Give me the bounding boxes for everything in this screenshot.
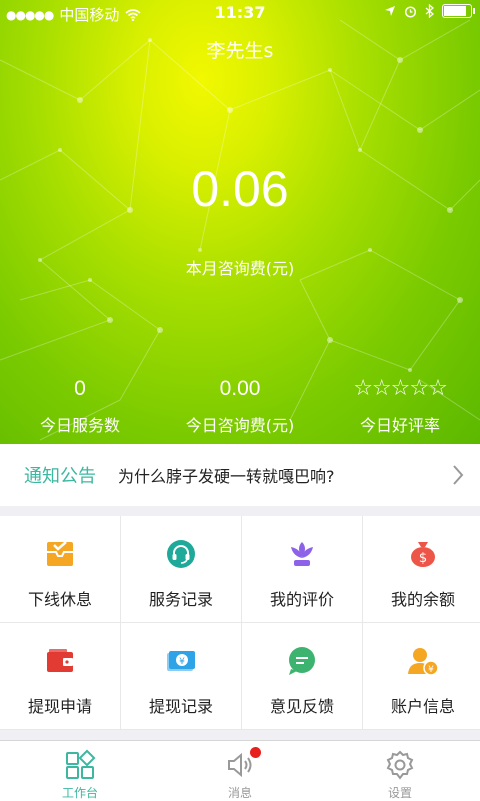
tab-workbench[interactable]: 工作台 xyxy=(0,741,160,801)
menu-item-label: 提现记录 xyxy=(148,697,213,716)
menu-item-label: 我的余额 xyxy=(390,590,455,609)
monthly-fee-label: 本月咨询费(元) xyxy=(185,259,295,278)
menu-item-service-records[interactable]: 服务记录 xyxy=(121,516,241,622)
daily-stats: 0 今日服务数 0.00 今日咨询费(元) ☆☆☆☆☆ 今日好评率 xyxy=(0,376,480,436)
headset-icon xyxy=(167,540,195,568)
menu-item-my-reviews[interactable]: 我的评价 xyxy=(242,516,362,622)
menu-item-label: 服务记录 xyxy=(148,590,213,609)
menu-item-label: 提现申请 xyxy=(27,697,92,716)
tab-settings[interactable]: 设置 xyxy=(320,741,480,801)
user-name: 李先生s xyxy=(206,40,274,62)
wallet-icon xyxy=(47,649,73,672)
notice-text[interactable]: 为什么脖子发硬一转就嘎巴响? xyxy=(118,463,335,487)
battery-icon xyxy=(442,4,475,18)
menu-item-label: 账户信息 xyxy=(390,697,455,716)
location-arrow-icon xyxy=(385,6,395,16)
menu-item-my-balance[interactable]: $ 我的余额 xyxy=(363,516,480,622)
menu-item-withdraw-records[interactable]: ¥ 提现记录 xyxy=(121,623,241,729)
status-bar: ●●●●● 中国移动 11:37 xyxy=(0,0,480,26)
notice-tag: 通知公告 xyxy=(24,466,96,487)
stat-value: 0 xyxy=(74,377,86,400)
stat-rating: ☆☆☆☆☆ 今日好评率 xyxy=(320,376,480,436)
menu-item-label: 意见反馈 xyxy=(269,697,334,716)
stat-value: 0.00 xyxy=(219,377,261,400)
tab-label: 消息 xyxy=(227,786,252,800)
star-rating-icon: ☆☆☆☆☆ xyxy=(353,376,448,401)
notice-bar[interactable]: 通知公告 为什么脖子发硬一转就嘎巴响? xyxy=(0,444,480,506)
svg-text:¥: ¥ xyxy=(428,665,434,675)
tab-messages[interactable]: 消息 xyxy=(160,741,320,801)
monthly-fee-amount: 0.06 xyxy=(191,161,289,217)
menu-item-account-info[interactable]: ¥ 账户信息 xyxy=(363,623,480,729)
function-grid: 下线休息 服务记录 我的评价 $ 我的余额 提现申请 ¥ 提现记录 意见反馈 ¥… xyxy=(0,516,480,730)
stat-label: 今日好评率 xyxy=(359,416,440,435)
workbench-icon xyxy=(66,749,96,779)
money-bag-icon: $ xyxy=(411,542,435,567)
svg-text:¥: ¥ xyxy=(179,657,185,667)
offline-rest-icon xyxy=(47,541,73,566)
menu-item-withdraw-request[interactable]: 提现申请 xyxy=(0,623,120,729)
stat-service-count: 0 今日服务数 xyxy=(0,376,160,436)
menu-item-feedback[interactable]: 意见反馈 xyxy=(242,623,362,729)
chat-bubble-icon xyxy=(289,647,315,675)
menu-item-offline-rest[interactable]: 下线休息 xyxy=(0,516,120,622)
stat-consult-fee: 0.00 今日咨询费(元) xyxy=(160,376,320,436)
hero-banner: ●●●●● 中国移动 11:37 李先生s 0.06 本月咨询费(元) 0 今日… xyxy=(0,0,480,444)
tab-label: 设置 xyxy=(387,786,412,800)
lotus-icon xyxy=(291,542,313,566)
account-user-icon: ¥ xyxy=(408,648,439,676)
menu-item-label: 下线休息 xyxy=(27,590,92,609)
svg-text:$: $ xyxy=(419,551,427,566)
alarm-icon xyxy=(404,5,417,18)
unread-badge xyxy=(250,747,261,758)
bluetooth-icon xyxy=(425,4,434,18)
menu-item-label: 我的评价 xyxy=(269,590,334,609)
gear-icon xyxy=(386,750,414,780)
tab-label: 工作台 xyxy=(61,786,98,800)
stat-label: 今日咨询费(元) xyxy=(185,416,295,435)
stat-label: 今日服务数 xyxy=(39,416,120,435)
chevron-right-icon[interactable] xyxy=(452,464,464,486)
bottom-tab-bar: 工作台 消息 设置 xyxy=(0,740,480,801)
banknote-icon: ¥ xyxy=(167,651,195,671)
